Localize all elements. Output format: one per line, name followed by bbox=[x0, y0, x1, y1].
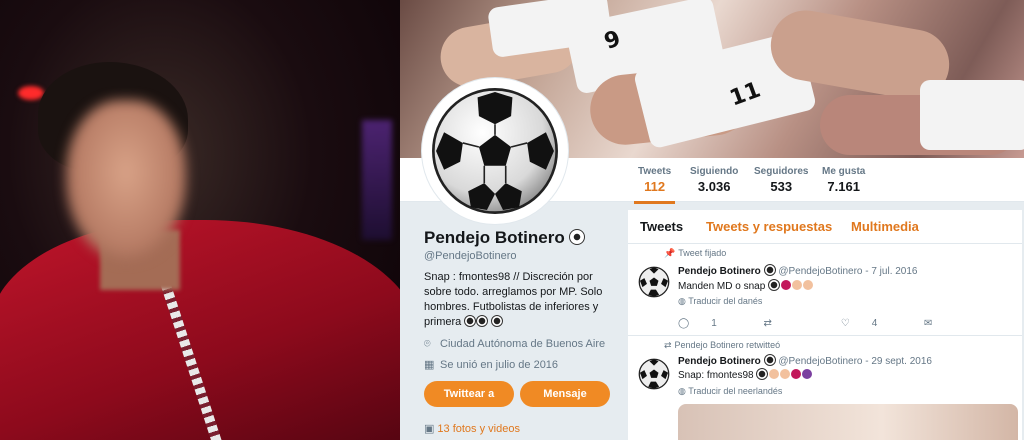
emoji-icon bbox=[781, 280, 792, 290]
soccer-ball-icon bbox=[768, 279, 781, 291]
stat-value: 7.161 bbox=[827, 179, 860, 194]
emoji-icon bbox=[792, 280, 803, 290]
tweet-text: Manden MD o snap bbox=[678, 279, 814, 292]
soccer-ball-icon bbox=[638, 358, 670, 390]
reply-icon: ◯ bbox=[678, 318, 690, 329]
emoji-icon bbox=[803, 280, 814, 290]
profile-handle: @PendejoBotinero bbox=[424, 250, 517, 262]
retweet-context: ⇄ Pendejo Botinero retwitteó bbox=[664, 340, 781, 350]
translate-link[interactable]: ◍ Traducir del neerlandés bbox=[678, 386, 782, 397]
twitter-profile: 9 11 Tweets 112 Siguiendo 3.036 Seguidor… bbox=[400, 0, 1024, 440]
background-light-blue bbox=[362, 120, 392, 240]
translate-link[interactable]: ◍ Traducir del danés bbox=[678, 296, 762, 307]
tab-tweets[interactable]: Tweets bbox=[640, 219, 683, 234]
stat-following[interactable]: Siguiendo 3.036 bbox=[690, 166, 738, 194]
soccer-ball-icon bbox=[491, 315, 504, 327]
profile-bio: Snap : fmontes98 // Discreción por sobre… bbox=[424, 271, 603, 328]
emoji-icon bbox=[780, 369, 791, 379]
stat-tweets[interactable]: Tweets 112 bbox=[633, 166, 676, 204]
tab-tweets-replies[interactable]: Tweets y respuestas bbox=[706, 219, 832, 234]
photo-icon: ▣ bbox=[424, 423, 435, 435]
retweet-button[interactable]: ⇄ bbox=[764, 318, 816, 329]
soccer-ball-icon bbox=[476, 315, 489, 327]
soccer-ball-icon bbox=[763, 264, 776, 276]
message-icon[interactable]: ✉ bbox=[924, 318, 932, 329]
tweet-item[interactable]: 📌 Tweet fijado Pendejo Botinero @PendejoB… bbox=[628, 244, 1022, 336]
stat-value: 112 bbox=[644, 179, 666, 194]
retweet-icon: ⇄ bbox=[664, 340, 672, 350]
profile-joined: ▦ Se unió en julio de 2016 bbox=[424, 359, 559, 371]
like-icon: ♡ bbox=[840, 318, 850, 329]
reply-button[interactable]: ◯ 1 bbox=[678, 318, 739, 329]
profile-name: Pendejo Botinero bbox=[424, 228, 586, 248]
stat-label: Seguidores bbox=[754, 166, 809, 177]
photos-videos-link[interactable]: ▣ 13 fotos y videos bbox=[424, 422, 520, 435]
emoji-icon bbox=[802, 369, 813, 379]
soccer-ball-icon bbox=[756, 368, 769, 380]
pinned-label: 📌 Tweet fijado bbox=[664, 248, 727, 258]
tweet-item[interactable]: ⇄ Pendejo Botinero retwitteó Pendejo Boti… bbox=[628, 336, 1022, 440]
soccer-ball-icon bbox=[464, 315, 477, 327]
emoji-icon bbox=[769, 369, 780, 379]
emoji-icon bbox=[791, 369, 802, 379]
soccer-ball-icon bbox=[638, 266, 670, 298]
pin-icon: 📌 bbox=[664, 248, 676, 258]
blurred-face bbox=[66, 100, 186, 260]
tweet-actions: ◯ 1 ⇄ ♡ 4 ✉ bbox=[678, 318, 954, 329]
tweet-to-button[interactable]: Twittear a bbox=[424, 381, 514, 407]
soccer-ball-icon bbox=[569, 229, 586, 245]
stat-label: Tweets bbox=[638, 166, 672, 177]
stat-value: 3.036 bbox=[697, 179, 731, 194]
globe-icon: ◍ bbox=[678, 386, 689, 396]
profile-sidebar: Pendejo Botinero @PendejoBotinero Snap :… bbox=[400, 202, 628, 440]
tweet-text: Snap: fmontes98 bbox=[678, 368, 813, 381]
soccer-ball-icon bbox=[432, 88, 558, 214]
like-button[interactable]: ♡ 4 bbox=[841, 318, 900, 329]
tweet-media-thumbnail[interactable] bbox=[678, 404, 1018, 440]
stat-followers[interactable]: Seguidores 533 bbox=[754, 166, 808, 194]
profile-photo-left bbox=[0, 0, 400, 440]
stat-label: Siguiendo bbox=[690, 166, 739, 177]
retweet-icon: ⇄ bbox=[763, 318, 772, 329]
tab-media[interactable]: Multimedia bbox=[851, 219, 919, 234]
location-icon: ⌾ bbox=[424, 338, 431, 350]
soccer-ball-icon bbox=[763, 354, 776, 366]
globe-icon: ◍ bbox=[678, 296, 689, 306]
stat-value: 533 bbox=[770, 179, 793, 194]
profile-location: ⌾ Ciudad Autónoma de Buenos Aire bbox=[424, 338, 606, 350]
timeline: Tweets Tweets y respuestas Multimedia 📌 T… bbox=[628, 210, 1022, 440]
stat-label: Me gusta bbox=[822, 166, 866, 177]
background-light-red bbox=[18, 86, 44, 100]
tweet-header: Pendejo Botinero @PendejoBotinero - 29 s… bbox=[678, 354, 932, 367]
tweet-header: Pendejo Botinero @PendejoBotinero - 7 ju… bbox=[678, 264, 918, 277]
calendar-icon: ▦ bbox=[424, 359, 435, 371]
timeline-tabs: Tweets Tweets y respuestas Multimedia bbox=[628, 210, 1022, 244]
stat-likes[interactable]: Me gusta 7.161 bbox=[822, 166, 865, 194]
message-button[interactable]: Mensaje bbox=[520, 381, 610, 407]
